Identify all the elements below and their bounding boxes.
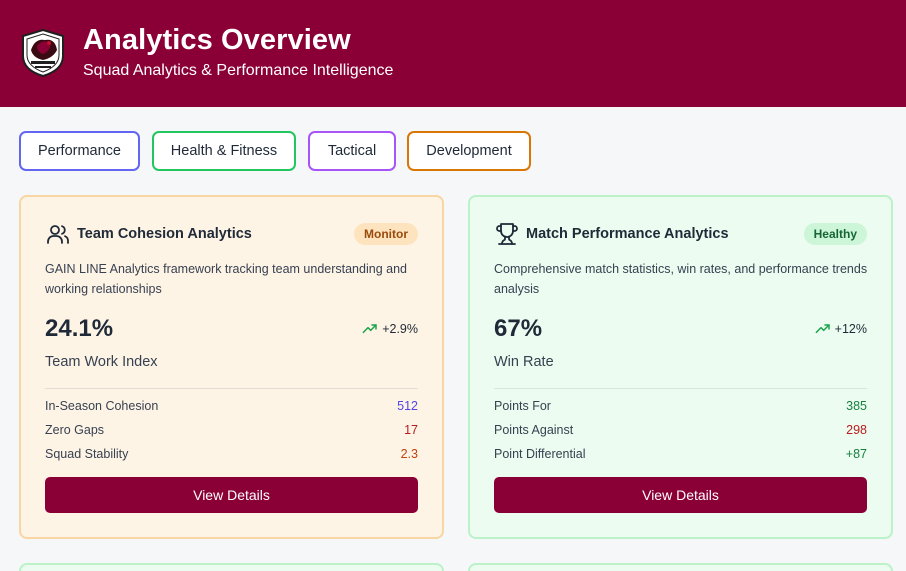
stat-value: 2.3 <box>400 447 418 461</box>
stat-value: 298 <box>846 423 867 437</box>
stat-label: Points For <box>494 399 551 413</box>
stat-row: Point Differential +87 <box>494 447 867 461</box>
stat-row: In-Season Cohesion 512 <box>45 399 418 413</box>
view-details-button[interactable]: View Details <box>494 477 867 513</box>
tab-performance[interactable]: Performance <box>19 131 140 171</box>
trend-value: +12% <box>834 322 867 336</box>
stat-label: Zero Gaps <box>45 423 105 437</box>
trend-indicator: +12% <box>815 321 867 337</box>
status-badge: Healthy <box>803 223 867 245</box>
view-details-button[interactable]: View Details <box>45 477 418 513</box>
match-performance-card: Match Performance Analytics Healthy Comp… <box>468 195 893 539</box>
metric-label: Team Work Index <box>45 354 158 370</box>
tab-development[interactable]: Development <box>407 131 531 171</box>
stat-value: +87 <box>845 447 867 461</box>
trophy-icon <box>496 223 518 245</box>
primary-value: 24.1% <box>45 315 114 342</box>
stat-value: 17 <box>404 423 418 437</box>
trend-value: +2.9% <box>382 322 418 336</box>
stat-label: Points Against <box>494 423 574 437</box>
app-header: Analytics Overview Squad Analytics & Per… <box>0 0 906 107</box>
stat-row: Squad Stability 2.3 <box>45 447 418 461</box>
next-card-partial <box>19 563 444 571</box>
team-cohesion-card: Team Cohesion Analytics Monitor GAIN LIN… <box>19 195 444 539</box>
next-card-partial <box>468 563 893 571</box>
divider <box>494 388 867 389</box>
card-title: Match Performance Analytics <box>526 226 729 242</box>
divider <box>45 388 418 389</box>
stat-label: Point Differential <box>494 447 586 461</box>
card-description: GAIN LINE Analytics framework tracking t… <box>45 262 407 296</box>
stat-row: Zero Gaps 17 <box>45 423 418 437</box>
card-title: Team Cohesion Analytics <box>77 226 252 242</box>
stat-value: 385 <box>846 399 867 413</box>
status-badge: Monitor <box>354 223 418 245</box>
page-subtitle: Squad Analytics & Performance Intelligen… <box>83 62 394 79</box>
card-description: Comprehensive match statistics, win rate… <box>494 262 868 296</box>
trend-indicator: +2.9% <box>362 321 418 337</box>
primary-value: 67% <box>494 315 543 342</box>
page-title: Analytics Overview <box>83 24 351 56</box>
stat-row: Points Against 298 <box>494 423 867 437</box>
users-icon <box>47 225 69 244</box>
stat-label: Squad Stability <box>45 447 129 461</box>
metric-label: Win Rate <box>494 354 554 370</box>
trending-up-icon <box>362 324 377 334</box>
tab-tactical[interactable]: Tactical <box>308 131 396 171</box>
trending-up-icon <box>815 324 830 334</box>
stat-row: Points For 385 <box>494 399 867 413</box>
stat-label: In-Season Cohesion <box>45 399 159 413</box>
tab-health-fitness[interactable]: Health & Fitness <box>152 131 296 171</box>
club-logo <box>22 28 64 78</box>
stat-value: 512 <box>397 399 418 413</box>
